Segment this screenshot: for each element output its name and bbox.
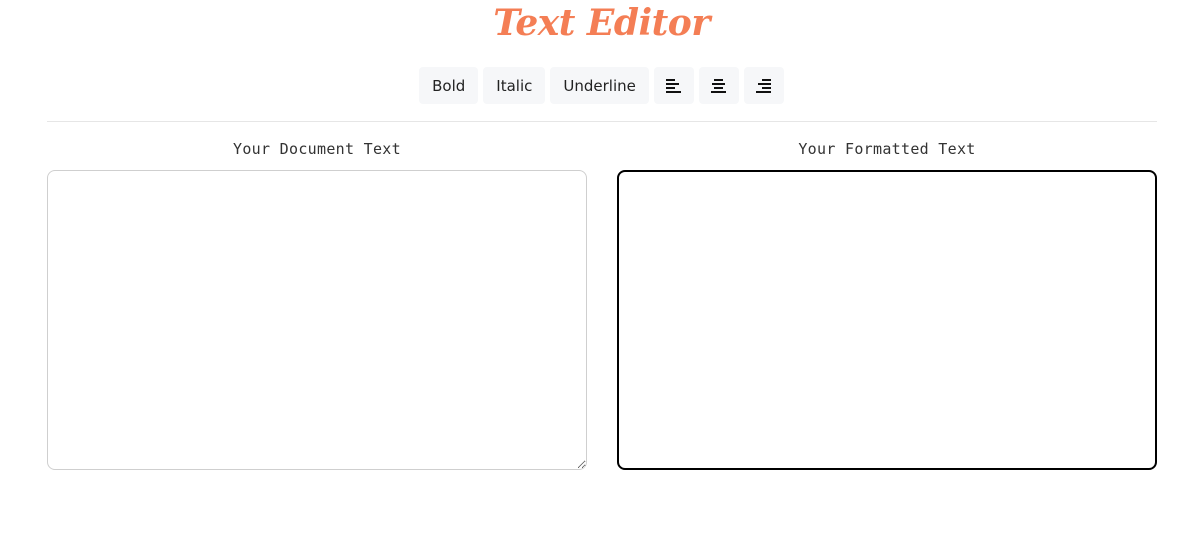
align-center-button[interactable] [698, 67, 739, 104]
align-right-icon [756, 78, 772, 93]
toolbar-divider [47, 121, 1157, 122]
align-left-icon [666, 78, 682, 93]
align-left-button[interactable] [653, 67, 694, 104]
document-text-label: Your Document Text [233, 140, 401, 158]
document-text-input[interactable] [47, 170, 587, 470]
align-right-button[interactable] [743, 67, 784, 104]
underline-button[interactable]: Underline [550, 67, 649, 104]
align-center-icon [711, 78, 727, 93]
formatting-toolbar: Bold Italic Underline [0, 67, 1203, 104]
italic-button[interactable]: Italic [483, 67, 546, 104]
bold-button[interactable]: Bold [419, 67, 479, 104]
formatted-text-output [617, 170, 1157, 470]
text-editor-app: Text Editor Bold Italic Underline Your D… [0, 0, 1203, 542]
formatted-text-label: Your Formatted Text [798, 140, 976, 158]
page-title: Text Editor [493, 2, 710, 44]
